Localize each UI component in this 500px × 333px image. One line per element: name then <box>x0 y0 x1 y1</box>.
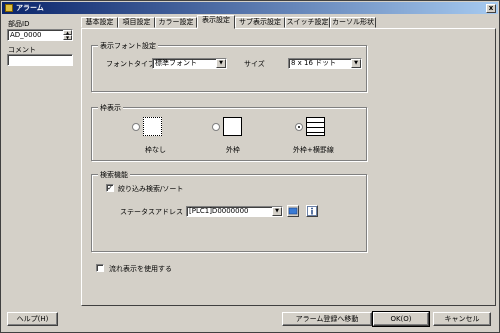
chevron-down-icon[interactable]: ▼ <box>272 207 282 216</box>
cancel-button[interactable]: キャンセル <box>433 312 491 326</box>
part-id-label: 部品ID <box>8 20 30 28</box>
spin-down-icon[interactable]: ▼ <box>63 35 72 40</box>
title-bar[interactable]: アラーム x <box>2 2 498 14</box>
flow-display-label: 流れ表示を使用する <box>109 265 172 273</box>
tab-items[interactable]: 項目設定 <box>118 17 155 28</box>
no-frame-label: 枠なし <box>145 146 166 154</box>
size-label: サイズ <box>244 60 265 68</box>
part-id-field[interactable]: AD_0000 ▲ ▼ <box>7 29 73 41</box>
search-function-group: 検索機能 ✓ 絞り込み検索/ソート ステータスアドレス [PLC1]D00000… <box>91 170 367 252</box>
status-address-label: ステータスアドレス <box>120 208 183 216</box>
tab-display[interactable]: 表示設定 <box>197 15 235 29</box>
radio-no-frame[interactable] <box>132 123 140 131</box>
part-id-value: AD_0000 <box>10 31 42 39</box>
status-address-value: [PLC1]D0000000 <box>189 207 249 215</box>
font-settings-group: 表示フォント設定 フォントタイプ 標準フォント ▼ サイズ 8 x 16 ドット… <box>91 41 367 92</box>
font-type-select[interactable]: 標準フォント ▼ <box>152 58 227 69</box>
radio-outer-frame[interactable] <box>212 123 220 131</box>
frame-display-group: 枠表示 枠なし 外枠 外枠+横罫線 <box>91 103 367 161</box>
comment-field[interactable] <box>7 54 73 66</box>
search-function-title: 検索機能 <box>98 170 130 180</box>
alarm-dialog: アラーム x 部品ID AD_0000 ▲ ▼ コメント 基本設定 項目設定 カ… <box>0 0 500 333</box>
app-icon <box>5 4 13 12</box>
chevron-down-icon[interactable]: ▼ <box>216 59 226 68</box>
display-settings-panel: 表示フォント設定 フォントタイプ 標準フォント ▼ サイズ 8 x 16 ドット… <box>81 28 496 306</box>
status-address-select[interactable]: [PLC1]D0000000 ▼ <box>186 206 283 217</box>
font-settings-title: 表示フォント設定 <box>98 41 158 51</box>
frame-display-title: 枠表示 <box>98 103 123 113</box>
chevron-down-icon[interactable]: ▼ <box>351 59 361 68</box>
ok-button[interactable]: OK(O) <box>372 311 430 327</box>
font-type-value: 標準フォント <box>155 59 197 67</box>
alarm-register-button[interactable]: アラーム登録へ移動 <box>282 312 372 326</box>
outer-frame-preview-icon <box>223 117 242 136</box>
part-id-spinner[interactable]: ▲ ▼ <box>63 30 72 41</box>
outer-frame-label: 外枠 <box>226 146 240 154</box>
tab-basic[interactable]: 基本設定 <box>81 17 118 28</box>
outer-frame-lines-label: 外枠+横罫線 <box>293 146 334 154</box>
filter-sort-label: 絞り込み検索/ソート <box>118 185 184 193</box>
tab-sub-display[interactable]: サブ表示設定 <box>235 17 285 28</box>
window-title: アラーム <box>16 4 44 12</box>
size-select[interactable]: 8 x 16 ドット ▼ <box>288 58 362 69</box>
size-value: 8 x 16 ドット <box>291 59 337 67</box>
tab-switch[interactable]: スイッチ設定 <box>285 17 330 28</box>
radio-outer-frame-lines[interactable] <box>295 123 303 131</box>
filter-sort-checkbox[interactable]: ✓ <box>106 184 114 192</box>
address-input-button[interactable] <box>287 205 299 217</box>
info-button[interactable] <box>306 205 318 217</box>
outer-frame-lines-preview-icon <box>306 117 325 136</box>
keypad-icon <box>288 207 298 215</box>
tab-color[interactable]: カラー設定 <box>155 17 197 28</box>
help-button[interactable]: ヘルプ(H) <box>7 312 58 326</box>
no-frame-preview-icon <box>143 117 162 136</box>
tab-cursor-shape[interactable]: カーソル形状 <box>330 17 376 28</box>
info-icon <box>307 206 317 216</box>
close-button[interactable]: x <box>486 4 496 13</box>
flow-display-checkbox[interactable] <box>96 264 104 272</box>
font-type-label: フォントタイプ <box>106 60 155 68</box>
checkmark-icon: ✓ <box>107 184 113 192</box>
